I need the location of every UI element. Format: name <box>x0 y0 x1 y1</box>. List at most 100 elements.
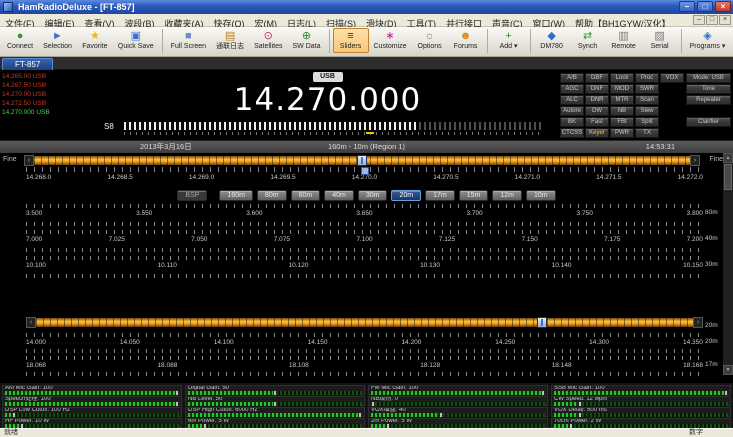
fine-slider-left-arrow-icon[interactable]: ‹ <box>24 155 34 166</box>
scrollbar-thumb[interactable] <box>724 164 732 190</box>
rig-button-dw[interactable]: DW <box>585 106 609 116</box>
toolbar-button-selection[interactable]: ►Selection <box>38 28 77 53</box>
slider-track[interactable] <box>5 402 179 406</box>
tab-ft857[interactable]: FT-857 <box>2 58 53 70</box>
coarse-slider-right-arrow-icon[interactable]: › <box>693 317 703 328</box>
slider-track[interactable] <box>371 413 545 417</box>
toolbar-button-globe[interactable]: ⊕SW Data <box>287 28 325 53</box>
rig-button-scan[interactable]: Scan <box>635 95 659 105</box>
slider-track[interactable] <box>554 413 728 417</box>
band-button-30m[interactable]: 30m <box>358 190 388 201</box>
band-button-40m[interactable]: 40m <box>324 190 354 201</box>
quick-list-item[interactable]: 14.270.00 USB <box>2 90 102 99</box>
toolbar-button-satellite[interactable]: ⊙Satellites <box>249 28 287 53</box>
rig-button-repeater[interactable]: Repeater <box>686 95 731 105</box>
band-scrollbar[interactable]: ▲ ▼ <box>723 153 733 375</box>
toolbar-button-programs[interactable]: ◈Programs ▾ <box>685 28 731 53</box>
toolbar-button-customize[interactable]: ∗Customize <box>369 28 412 53</box>
mdi-minimize-button[interactable]: – <box>693 15 705 25</box>
rig-button-proc[interactable]: Proc <box>635 73 659 83</box>
toolbar-button-serial[interactable]: ▨Serial <box>642 28 678 53</box>
slider-track[interactable] <box>188 402 362 406</box>
rig-button-fast[interactable]: Fast <box>585 117 609 127</box>
slider-track[interactable] <box>554 402 728 406</box>
minimize-button[interactable]: – <box>679 1 695 12</box>
rig-button-mtr[interactable]: MTR <box>610 95 634 105</box>
mdi-restore-button[interactable]: □ <box>706 15 718 25</box>
scroll-down-icon[interactable]: ▼ <box>723 365 733 375</box>
quick-list-item[interactable]: 14.267.50 USB <box>2 81 102 90</box>
rig-button-agc[interactable]: AGC <box>560 84 584 94</box>
toolbar-button-dm780[interactable]: ◆DM780 <box>534 28 570 53</box>
band-ruler-40m[interactable]: 7.0007.0257.0507.0757.1007.1257.1507.175… <box>26 229 703 253</box>
coarse-tuning-slider[interactable]: ‹ › 20m <box>26 316 703 329</box>
band-button-20m[interactable]: 20m <box>391 190 421 201</box>
toolbar-button-forums[interactable]: ☻Forums <box>448 28 484 53</box>
rig-button-dbf[interactable]: DBF <box>585 73 609 83</box>
rig-button-fbt[interactable]: FBt <box>610 117 634 127</box>
coarse-slider-thumb[interactable] <box>537 317 547 328</box>
rig-button-autore[interactable]: Autore <box>560 106 584 116</box>
rig-button-tone[interactable]: Tone <box>686 84 731 94</box>
rig-button-pwr[interactable]: PWR <box>610 128 634 138</box>
rig-button-keyer[interactable]: Keyer <box>585 128 609 138</box>
band-button-12m[interactable]: 12m <box>492 190 522 201</box>
toolbar-button-quick-save[interactable]: ▣Quick Save <box>113 28 159 53</box>
rig-button-swr[interactable]: SWR <box>635 84 659 94</box>
frequency-display[interactable]: 14.270.000 <box>100 82 555 118</box>
coarse-slider-track[interactable] <box>36 318 693 327</box>
toolbar-button-remote[interactable]: ▥Remote <box>606 28 642 53</box>
rig-button-slew[interactable]: Slew <box>635 106 659 116</box>
band-ruler-17m[interactable]: 18.06818.08818.10818.12818.14818.168 17m <box>26 355 703 377</box>
band-ruler-30m[interactable]: 10.10010.11010.12010.13010.14010.150 30m <box>26 255 703 279</box>
band-button-17m[interactable]: 17m <box>425 190 455 201</box>
slider-track[interactable] <box>5 413 179 417</box>
toolbar-button-synch[interactable]: ⇄Synch <box>570 28 606 53</box>
scroll-up-icon[interactable]: ▲ <box>723 153 733 163</box>
quick-list-item[interactable]: 14.270.000 USB <box>2 108 102 117</box>
frequency-marker[interactable] <box>361 167 369 175</box>
rig-button-ctcss[interactable]: CTCSS <box>560 128 584 138</box>
mode-badge[interactable]: USB <box>313 72 343 82</box>
rig-button-alc[interactable]: ALC <box>560 95 584 105</box>
band-ruler-20m[interactable]: 14.00014.05014.10014.15014.20014.25014.3… <box>26 332 703 354</box>
fine-tuning-slider[interactable]: ‹ › <box>24 154 700 167</box>
band-button-bsp[interactable]: BSP <box>177 190 207 201</box>
slider-track[interactable] <box>188 391 362 395</box>
toolbar-button-sliders[interactable]: ≡Sliders <box>333 28 369 53</box>
rig-button-nb[interactable]: NB <box>610 106 634 116</box>
fine-slider-thumb[interactable] <box>357 155 367 166</box>
rig-button-clarifier[interactable]: Clarifier <box>686 117 731 127</box>
slider-track[interactable] <box>554 391 728 395</box>
quick-list-item[interactable]: 14.265.00 USB <box>2 72 102 81</box>
band-button-10m[interactable]: 10m <box>526 190 556 201</box>
mdi-close-button[interactable]: × <box>719 15 731 25</box>
band-button-160m[interactable]: 160m <box>219 190 253 201</box>
toolbar-button-full-screen[interactable]: ■Full Screen <box>166 28 211 53</box>
toolbar-button-add-plus[interactable]: +Add ▾ <box>491 28 527 53</box>
rig-button-bk[interactable]: BK <box>560 117 584 127</box>
slider-track[interactable] <box>188 413 362 417</box>
rig-button-tx[interactable]: TX <box>635 128 659 138</box>
rig-button-vox[interactable]: VOX <box>660 73 684 83</box>
close-button[interactable]: × <box>715 1 731 12</box>
rig-button-mode-usb[interactable]: Mode: USB <box>686 73 731 83</box>
band-button-15m[interactable]: 15m <box>459 190 489 201</box>
fine-slider-right-arrow-icon[interactable]: › <box>690 155 700 166</box>
toolbar-button-favorite-star[interactable]: ★Favorite <box>77 28 113 53</box>
rig-button-dnr[interactable]: DNR <box>585 95 609 105</box>
rig-button-a-b[interactable]: A/B <box>560 73 584 83</box>
slider-track[interactable] <box>371 391 545 395</box>
rig-button-lock[interactable]: Lock <box>610 73 634 83</box>
rig-button-dnf[interactable]: DNF <box>585 84 609 94</box>
slider-track[interactable] <box>371 402 545 406</box>
rig-button-mod[interactable]: MOD <box>610 84 634 94</box>
slider-track[interactable] <box>5 391 179 395</box>
toolbar-button-connect[interactable]: ●Connect <box>2 28 38 53</box>
rig-button-split[interactable]: Split <box>635 117 659 127</box>
quick-list-item[interactable]: 14.272.50 USB <box>2 99 102 108</box>
toolbar-button-logbook[interactable]: ▤通联日志 <box>211 28 249 53</box>
band-button-60m[interactable]: 60m <box>291 190 321 201</box>
fine-slider-track[interactable] <box>34 156 690 165</box>
maximize-button[interactable]: □ <box>697 1 713 12</box>
